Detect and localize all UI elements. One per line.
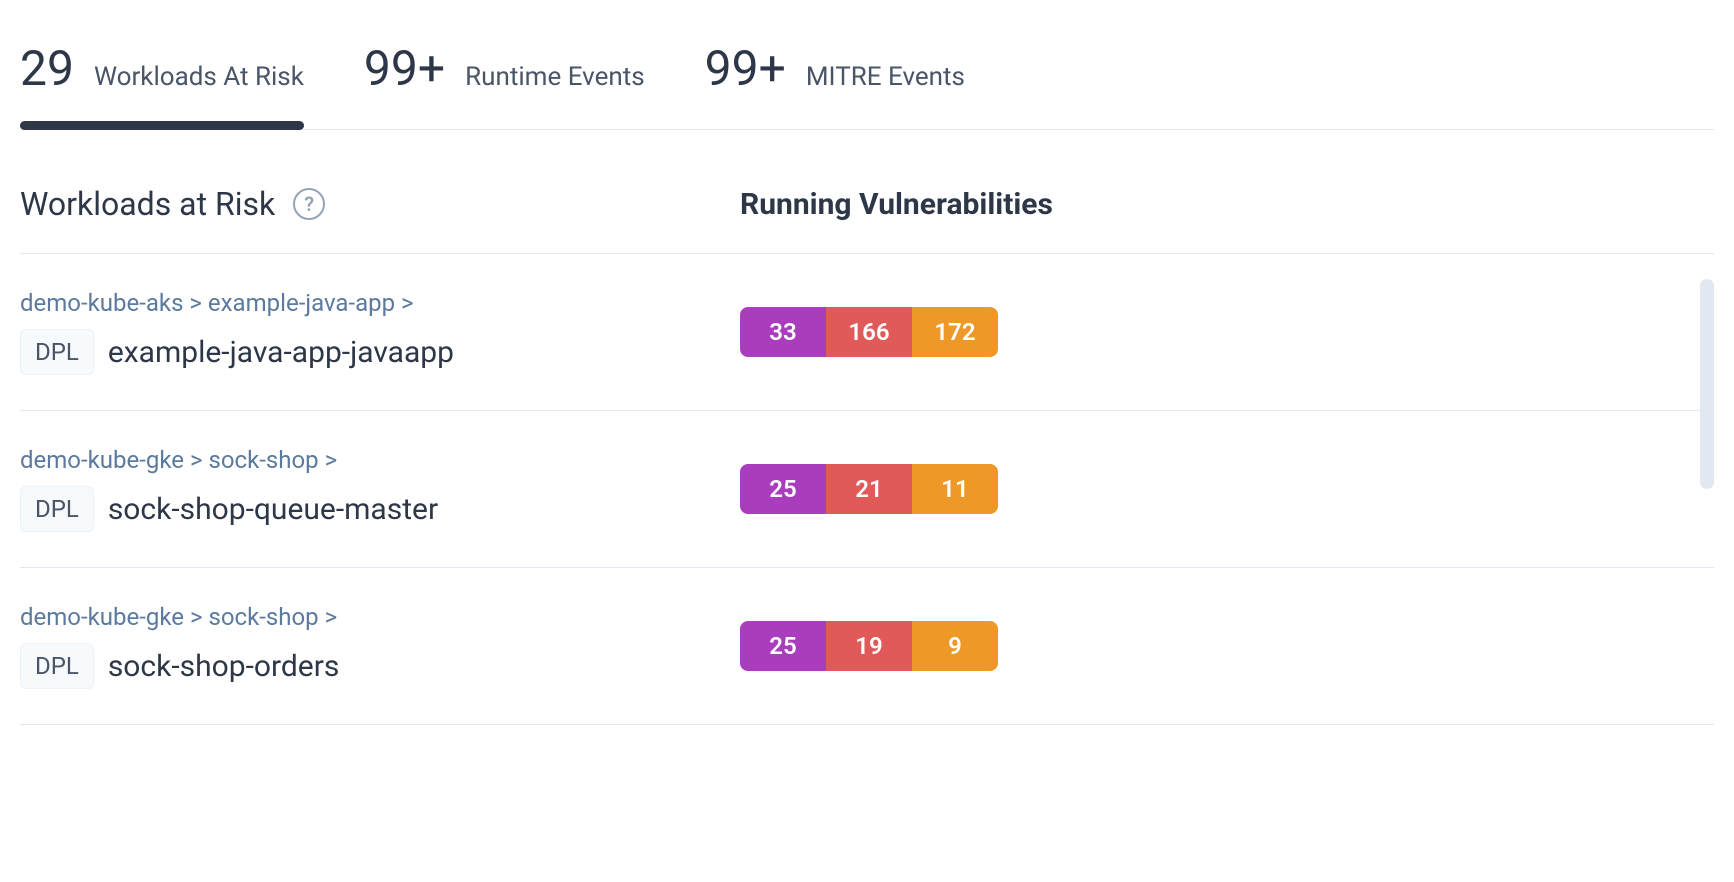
vuln-medium: 9 [912,621,998,671]
workload-cell: demo-kube-gke > sock-shop > DPL sock-sho… [20,603,740,689]
vuln-high: 19 [826,621,912,671]
section-title: Workloads at Risk [20,185,275,223]
tab-label: Workloads At Risk [94,62,304,92]
vuln-high: 166 [826,307,912,357]
vulnerabilities-header: Running Vulnerabilities [740,187,1053,222]
tab-label: MITRE Events [806,62,965,92]
breadcrumb[interactable]: demo-kube-gke > sock-shop > [20,603,740,631]
workload-cell: demo-kube-gke > sock-shop > DPL sock-sho… [20,446,740,532]
table-row[interactable]: demo-kube-gke > sock-shop > DPL sock-sho… [20,568,1714,725]
table-headers: Workloads at Risk ? Running Vulnerabilit… [20,130,1714,254]
workload-line: DPL sock-shop-orders [20,643,740,689]
header-left: Workloads at Risk ? [20,185,740,223]
workload-line: DPL example-java-app-javaapp [20,329,740,375]
vulnerability-bar[interactable]: 25 21 11 [740,464,998,514]
tab-runtime-events[interactable]: 99+ Runtime Events [364,40,645,109]
workload-line: DPL sock-shop-queue-master [20,486,740,532]
tab-value: 99+ [364,40,445,97]
help-icon[interactable]: ? [293,188,325,220]
breadcrumb[interactable]: demo-kube-gke > sock-shop > [20,446,740,474]
workload-list: demo-kube-aks > example-java-app > DPL e… [20,254,1714,725]
table-row[interactable]: demo-kube-gke > sock-shop > DPL sock-sho… [20,411,1714,568]
vuln-critical: 25 [740,464,826,514]
vuln-high: 21 [826,464,912,514]
type-badge: DPL [20,329,94,375]
tab-mitre-events[interactable]: 99+ MITRE Events [705,40,965,109]
vulnerability-bar[interactable]: 33 166 172 [740,307,998,357]
table-row[interactable]: demo-kube-aks > example-java-app > DPL e… [20,254,1714,411]
tabs-bar: 29 Workloads At Risk 99+ Runtime Events … [20,40,1714,130]
tab-value: 29 [20,40,74,97]
vuln-critical: 25 [740,621,826,671]
type-badge: DPL [20,643,94,689]
scrollbar-thumb[interactable] [1700,279,1714,489]
workload-name: sock-shop-orders [108,649,340,684]
tab-workloads-at-risk[interactable]: 29 Workloads At Risk [20,40,304,109]
vulnerability-bar[interactable]: 25 19 9 [740,621,998,671]
vuln-medium: 11 [912,464,998,514]
breadcrumb[interactable]: demo-kube-aks > example-java-app > [20,289,740,317]
tab-value: 99+ [705,40,786,97]
workload-name: sock-shop-queue-master [108,492,438,527]
workload-name: example-java-app-javaapp [108,335,454,370]
vuln-critical: 33 [740,307,826,357]
vuln-medium: 172 [912,307,998,357]
tab-label: Runtime Events [465,62,645,92]
type-badge: DPL [20,486,94,532]
workload-cell: demo-kube-aks > example-java-app > DPL e… [20,289,740,375]
